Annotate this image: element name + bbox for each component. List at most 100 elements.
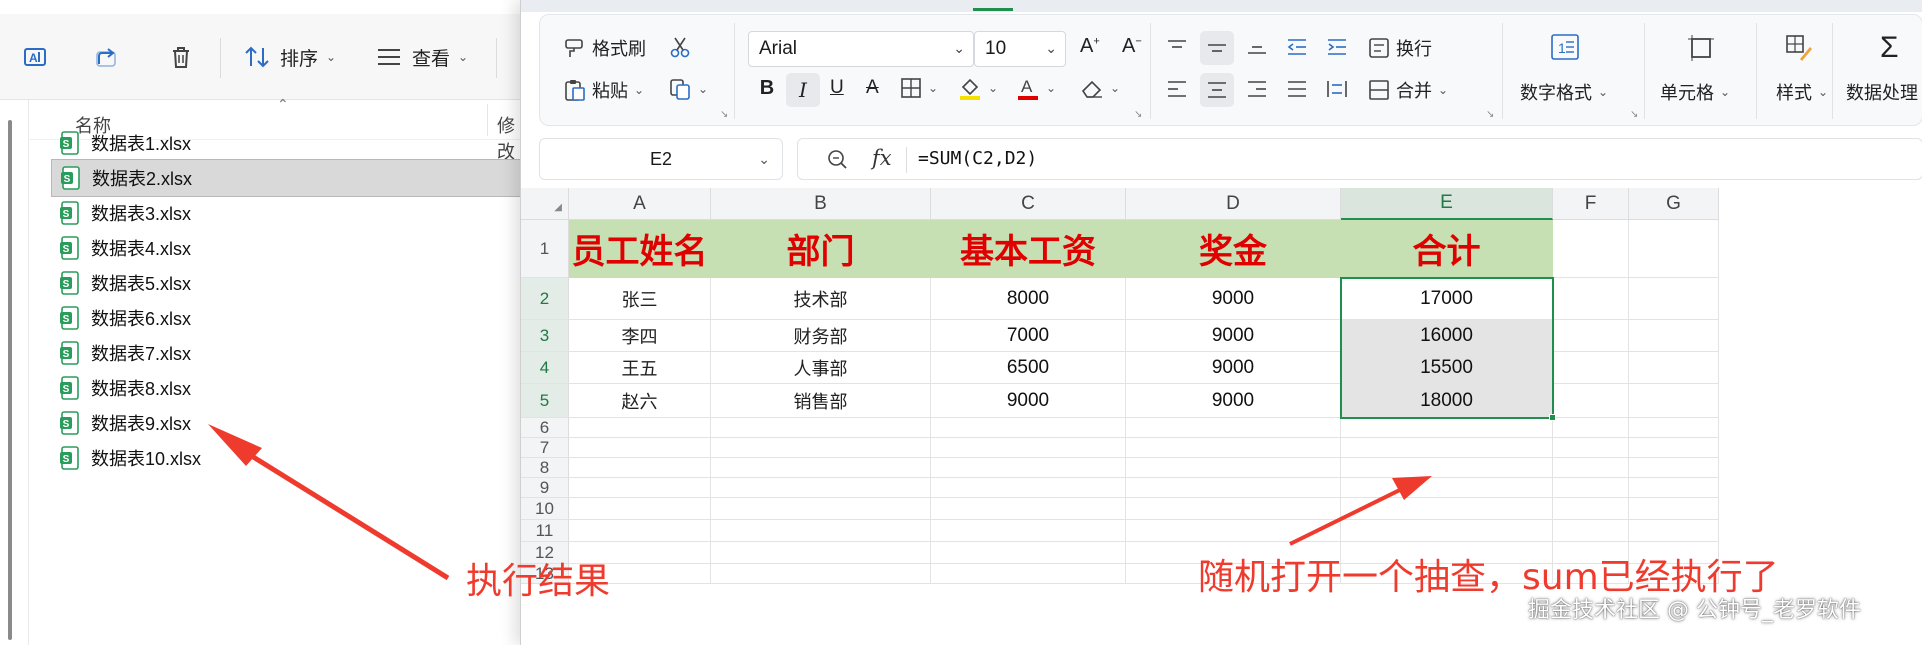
cell-a10[interactable] <box>569 498 711 520</box>
row-header-7[interactable]: 7 <box>521 438 569 458</box>
cell-d10[interactable] <box>1126 498 1341 520</box>
cell-d9[interactable] <box>1126 478 1341 498</box>
cell-g11[interactable] <box>1629 520 1719 542</box>
dialog-launcher-icon[interactable]: ↘ <box>1630 109 1638 120</box>
cell-g10[interactable] <box>1629 498 1719 520</box>
cell-e2[interactable]: 17000 <box>1341 278 1553 320</box>
cell-e11[interactable] <box>1341 520 1553 542</box>
column-header-g[interactable]: G <box>1629 188 1719 220</box>
file-row[interactable]: S数据表6.xlsx20 <box>51 299 547 337</box>
cell-b12[interactable] <box>711 542 931 564</box>
borders-button[interactable]: ⌄ <box>900 77 938 99</box>
cell-e7[interactable] <box>1341 438 1553 458</box>
sum-icon-btn[interactable]: Σ <box>1880 31 1899 65</box>
cell-f6[interactable] <box>1553 418 1629 438</box>
cell-c4[interactable]: 6500 <box>931 352 1126 384</box>
file-row[interactable]: S数据表8.xlsx20 <box>51 369 547 407</box>
cell-e3[interactable]: 16000 <box>1341 320 1553 352</box>
clear-button[interactable]: ⌄ <box>1080 77 1120 99</box>
cell-f10[interactable] <box>1553 498 1629 520</box>
file-row[interactable]: S数据表3.xlsx20 <box>51 194 547 232</box>
row-header-4[interactable]: 4 <box>521 352 569 384</box>
row-header-1[interactable]: 1 <box>521 220 569 278</box>
cell-e6[interactable] <box>1341 418 1553 438</box>
cell-d6[interactable] <box>1126 418 1341 438</box>
row-header-2[interactable]: 2 <box>521 278 569 320</box>
number-format-icon-btn[interactable]: 1 <box>1550 33 1580 61</box>
cell-a6[interactable] <box>569 418 711 438</box>
row-header-8[interactable]: 8 <box>521 458 569 478</box>
cell-c13[interactable] <box>931 564 1126 584</box>
cell-d4[interactable]: 9000 <box>1126 352 1341 384</box>
dialog-launcher-icon[interactable]: ↘ <box>720 109 728 120</box>
cell-c11[interactable] <box>931 520 1126 542</box>
font-color-button[interactable]: A ⌄ <box>1016 75 1056 101</box>
file-row-selected[interactable]: S数据表2.xlsx20 <box>51 159 548 197</box>
row-header-11[interactable]: 11 <box>521 520 569 542</box>
font-name-select[interactable]: Arial ⌄ <box>748 31 974 67</box>
cell-b8[interactable] <box>711 458 931 478</box>
align-right-button[interactable] <box>1246 79 1268 99</box>
column-header-e[interactable]: E <box>1341 188 1553 220</box>
cell-f11[interactable] <box>1553 520 1629 542</box>
cell-a4[interactable]: 王五 <box>569 352 711 384</box>
formula-input[interactable]: fx =SUM(C2,D2) <box>797 138 1922 180</box>
underline-button[interactable]: U <box>830 77 844 99</box>
align-top-button[interactable] <box>1166 37 1188 57</box>
cell-f4[interactable] <box>1553 352 1629 384</box>
wrap-text-button[interactable]: 换行 <box>1368 35 1432 61</box>
row-header-3[interactable]: 3 <box>521 320 569 352</box>
file-row[interactable]: S数据表9.xlsx20 <box>51 404 547 442</box>
share-button[interactable] <box>92 40 122 74</box>
column-header-f[interactable]: F <box>1553 188 1629 220</box>
select-all-corner[interactable]: ◢ <box>521 188 569 220</box>
cell-b9[interactable] <box>711 478 931 498</box>
italic-button[interactable]: I <box>786 73 820 107</box>
strikethrough-button[interactable]: A <box>866 77 879 99</box>
zoom-formula-icon[interactable] <box>826 148 848 175</box>
number-format-button[interactable]: 数字格式 ⌄ <box>1520 79 1608 105</box>
data-processing-button[interactable]: 数据处理 <box>1846 79 1918 105</box>
cell-c7[interactable] <box>931 438 1126 458</box>
cell-a5[interactable]: 赵六 <box>569 384 711 418</box>
cell-c8[interactable] <box>931 458 1126 478</box>
merge-button[interactable]: 合并 ⌄ <box>1368 77 1448 103</box>
header-cell-c1[interactable]: 基本工资 <box>931 220 1126 278</box>
cell-f9[interactable] <box>1553 478 1629 498</box>
align-bottom-button[interactable] <box>1246 37 1268 57</box>
decrease-indent-button[interactable] <box>1286 37 1308 57</box>
sort-button[interactable]: 排序 ⌄ <box>242 40 336 74</box>
cell-f1[interactable] <box>1553 220 1629 278</box>
cell-d8[interactable] <box>1126 458 1341 478</box>
cell-g3[interactable] <box>1629 320 1719 352</box>
cell-a3[interactable]: 李四 <box>569 320 711 352</box>
cell-b2[interactable]: 技术部 <box>711 278 931 320</box>
bold-button[interactable]: B <box>754 77 780 100</box>
delete-button[interactable] <box>166 40 196 74</box>
cell-g8[interactable] <box>1629 458 1719 478</box>
cell-f3[interactable] <box>1553 320 1629 352</box>
cell-g2[interactable] <box>1629 278 1719 320</box>
justify-button[interactable] <box>1286 79 1308 99</box>
style-icon-btn[interactable] <box>1784 33 1814 63</box>
column-header-b[interactable]: B <box>711 188 931 220</box>
file-row[interactable]: S数据表5.xlsx20 <box>51 264 547 302</box>
cell-f7[interactable] <box>1553 438 1629 458</box>
cell-c2[interactable]: 8000 <box>931 278 1126 320</box>
cell-button[interactable]: 单元格 ⌄ <box>1660 79 1730 105</box>
scrollbar[interactable] <box>8 120 12 640</box>
view-button[interactable]: 查看 ⌄ <box>374 40 468 74</box>
cell-d3[interactable]: 9000 <box>1126 320 1341 352</box>
increase-indent-button[interactable] <box>1326 37 1348 57</box>
style-button[interactable]: 样式 ⌄ <box>1776 79 1828 105</box>
cell-g5[interactable] <box>1629 384 1719 418</box>
file-row[interactable]: S数据表1.xlsx20 <box>51 124 547 162</box>
cell-d2[interactable]: 9000 <box>1126 278 1341 320</box>
cell-c12[interactable] <box>931 542 1126 564</box>
row-header-10[interactable]: 10 <box>521 498 569 520</box>
cell-b7[interactable] <box>711 438 931 458</box>
header-cell-d1[interactable]: 奖金 <box>1126 220 1341 278</box>
file-row[interactable]: S数据表7.xlsx20 <box>51 334 547 372</box>
cell-icon-btn[interactable] <box>1686 33 1716 63</box>
cell-c9[interactable] <box>931 478 1126 498</box>
